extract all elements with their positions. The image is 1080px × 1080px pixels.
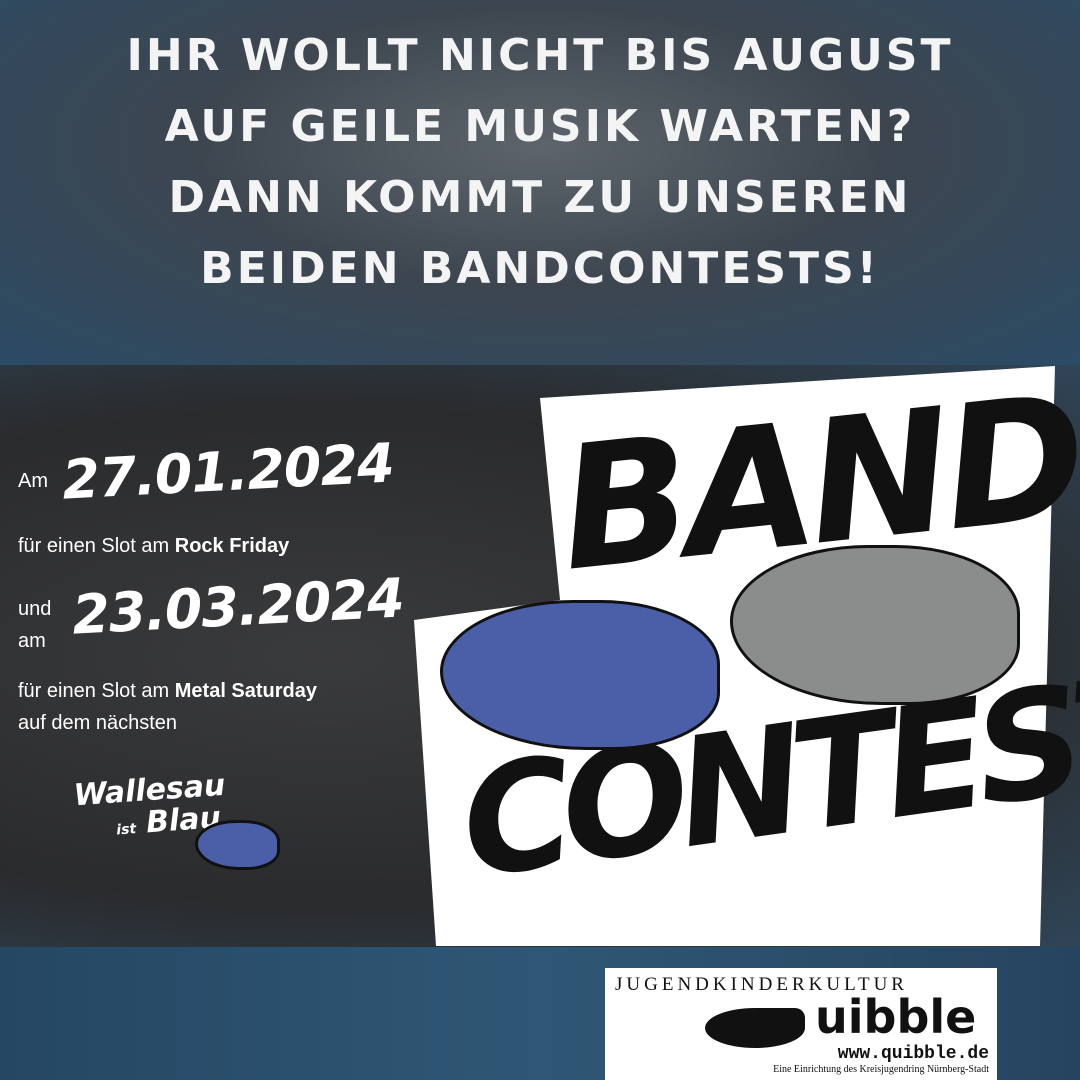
event2-prefix1: und [18, 598, 52, 620]
sponsor-url: www.quibble.de [837, 1044, 989, 1064]
event1-bold: Rock Friday [174, 535, 290, 557]
event2-info-line2: auf dem nächsten [18, 712, 177, 734]
quibble-q-icon [705, 1008, 805, 1048]
event2-prefix2: am [18, 630, 46, 652]
event2-text: für einen Slot am [18, 680, 175, 702]
sponsor-tagline: Eine Einrichtung des Kreisjugendring Nür… [773, 1064, 989, 1075]
event2-info: für einen Slot am Metal Saturday [18, 680, 317, 703]
quibble-logo: JUGENDKINDERKULTUR uibble www.quibble.de… [605, 968, 997, 1080]
wallesau-small: ist [115, 821, 137, 839]
event2-bold: Metal Saturday [174, 680, 318, 702]
headline: Ihr wollt nicht bis August auf geile Mus… [0, 20, 1080, 304]
headline-line: Ihr wollt nicht bis August [126, 30, 954, 81]
headline-line: Dann kommt zu unseren [168, 172, 912, 223]
event1-text: für einen Slot am [18, 535, 175, 557]
small-boar-icon [195, 820, 280, 870]
event1-info: für einen Slot am Rock Friday [18, 535, 289, 558]
headline-line: beiden Bandcontests! [200, 243, 880, 294]
event1-prefix: Am [18, 470, 48, 492]
sponsor-name: uibble [815, 990, 977, 1044]
headline-line: auf geile Musik warten? [164, 101, 916, 152]
